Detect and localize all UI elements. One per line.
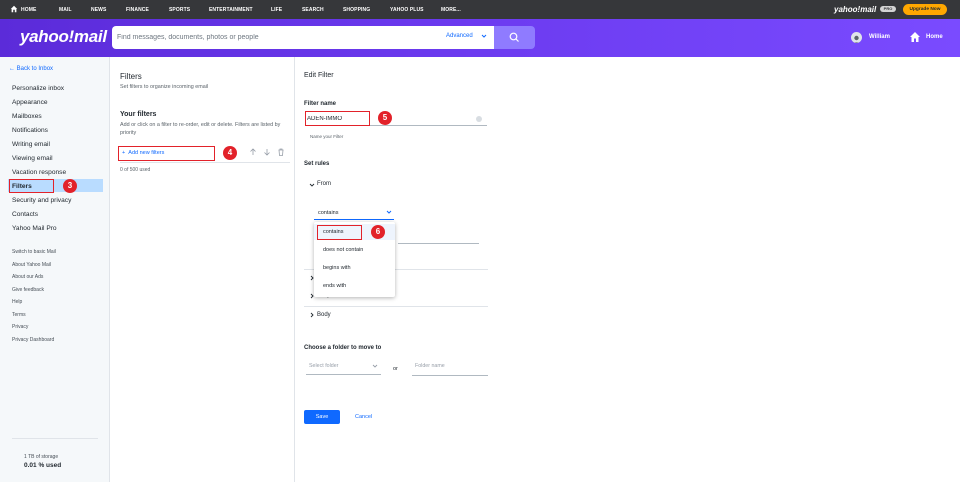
chevron-right-icon[interactable]: [309, 312, 315, 318]
step-marker-4: 4: [223, 146, 237, 160]
annotation-box-filter-name: [305, 111, 370, 126]
divider: [120, 162, 290, 163]
back-to-inbox-link[interactable]: ← Back to Inbox: [9, 66, 53, 72]
sidebar-item-notifications[interactable]: Notifications: [12, 127, 48, 134]
arrow-down-icon[interactable]: [263, 148, 271, 156]
nav-search[interactable]: SEARCH: [302, 7, 324, 13]
arrow-up-icon[interactable]: [249, 148, 257, 156]
sidebar-item-personalize-inbox[interactable]: Personalize inbox: [12, 85, 64, 92]
mail-header: yahoo!mail Advanced: [0, 19, 960, 57]
sidebar-item-viewing-email[interactable]: Viewing email: [12, 155, 53, 162]
sidebar-item-appearance[interactable]: Appearance: [12, 99, 48, 106]
annotation-box-contains: [317, 225, 362, 240]
step-marker-5: 5: [378, 111, 392, 125]
sidebar-item-vacation-response[interactable]: Vacation response: [12, 169, 66, 176]
folder-name-underline: [412, 375, 488, 376]
pro-badge: PRO: [880, 6, 896, 12]
filters-title: Filters: [120, 72, 142, 81]
advanced-search-link[interactable]: Advanced: [446, 33, 473, 39]
user-name[interactable]: William: [869, 34, 890, 40]
sidebar-item-mailboxes[interactable]: Mailboxes: [12, 113, 42, 120]
divider: [304, 306, 488, 307]
filters-subtitle: Set filters to organize incoming email: [120, 84, 209, 90]
yahoo-mail-logo-small[interactable]: yahoo!mail: [834, 5, 876, 14]
filters-description: Add or click on a filter to re-order, ed…: [120, 122, 281, 136]
choose-folder-heading: Choose a folder to move to: [304, 345, 382, 351]
home-link[interactable]: Home: [926, 34, 943, 40]
sidebar-item-yahoo-mail-pro[interactable]: Yahoo Mail Pro: [12, 225, 57, 232]
yahoo-mail-logo[interactable]: yahoo!mail: [20, 27, 107, 47]
chevron-down-icon[interactable]: [309, 182, 315, 188]
back-to-inbox-label: Back to Inbox: [16, 66, 54, 72]
set-rules-heading: Set rules: [304, 161, 330, 167]
settings-sidebar: ← Back to Inbox Personalize inbox Appear…: [0, 57, 110, 482]
home-icon[interactable]: [10, 5, 18, 13]
cancel-button[interactable]: Cancel: [355, 414, 372, 420]
search-icon: [509, 32, 519, 42]
nav-home[interactable]: HOME: [21, 7, 36, 13]
select-folder-dropdown[interactable]: Select folder: [309, 363, 338, 369]
about-yahoo-mail-link[interactable]: About Yahoo Mail: [12, 262, 51, 268]
annotation-box-add-filter: [118, 146, 215, 161]
chevron-down-icon[interactable]: [386, 209, 392, 215]
dropdown-option-does-not-contain[interactable]: does not contain: [323, 247, 363, 253]
nav-yahoo-plus[interactable]: YAHOO PLUS: [390, 7, 424, 13]
help-link[interactable]: Help: [12, 299, 22, 305]
clear-icon[interactable]: [476, 116, 482, 122]
privacy-link[interactable]: Privacy: [12, 324, 28, 330]
your-filters-heading: Your filters: [120, 111, 157, 118]
filter-name-label: Filter name: [304, 101, 337, 107]
nav-entertainment[interactable]: ENTERTAINMENT: [209, 7, 253, 13]
avatar[interactable]: [851, 32, 862, 43]
condition-select-value[interactable]: contains: [318, 210, 339, 216]
filters-count: 0 of 500 used: [120, 167, 151, 173]
step-marker-3: 3: [63, 179, 77, 193]
upgrade-now-button[interactable]: Upgrade Now: [903, 4, 947, 15]
search-box: Advanced: [112, 26, 494, 49]
home-icon[interactable]: [909, 31, 921, 43]
give-feedback-link[interactable]: Give feedback: [12, 287, 44, 293]
step-marker-6: 6: [371, 225, 385, 239]
nav-more[interactable]: MORE...: [441, 7, 461, 13]
dropdown-option-begins-with[interactable]: begins with: [323, 265, 351, 271]
sidebar-item-security-privacy[interactable]: Security and privacy: [12, 197, 71, 204]
privacy-dashboard-link[interactable]: Privacy Dashboard: [12, 337, 54, 343]
search-button[interactable]: [494, 26, 535, 49]
switch-basic-mail-link[interactable]: Switch to basic Mail: [12, 249, 56, 255]
top-navigation-bar: HOME MAIL NEWS FINANCE SPORTS ENTERTAINM…: [0, 0, 960, 19]
sidebar-item-writing-email[interactable]: Writing email: [12, 141, 50, 148]
chevron-down-icon[interactable]: [372, 363, 378, 369]
trash-icon[interactable]: [277, 148, 285, 156]
nav-shopping[interactable]: SHOPPING: [343, 7, 370, 13]
rule-from-label[interactable]: From: [317, 181, 331, 187]
edit-filter-title: Edit Filter: [304, 72, 334, 79]
filter-name-hint: Name your Filter: [310, 134, 344, 139]
rule-body-label[interactable]: Body: [317, 312, 331, 318]
save-button[interactable]: Save: [304, 410, 340, 424]
condition-select-underline: [314, 219, 394, 220]
annotation-box-filters: [9, 179, 54, 193]
nav-sports[interactable]: SPORTS: [169, 7, 190, 13]
nav-mail[interactable]: MAIL: [59, 7, 72, 13]
storage-used: 0.01 % used: [24, 462, 62, 469]
nav-life[interactable]: LIFE: [271, 7, 282, 13]
sidebar-item-contacts[interactable]: Contacts: [12, 211, 38, 218]
chevron-down-icon[interactable]: [481, 33, 487, 39]
condition-value-underline: [398, 243, 479, 244]
nav-finance[interactable]: FINANCE: [126, 7, 149, 13]
about-ads-link[interactable]: About our Ads: [12, 274, 43, 280]
or-label: or: [393, 366, 398, 372]
storage-total: 1 TB of storage: [24, 454, 59, 460]
terms-link[interactable]: Terms: [12, 312, 26, 318]
folder-name-input[interactable]: Folder name: [415, 363, 445, 369]
search-input[interactable]: [117, 30, 437, 45]
divider: [12, 438, 98, 439]
nav-news[interactable]: NEWS: [91, 7, 106, 13]
dropdown-option-ends-with[interactable]: ends with: [323, 283, 346, 289]
select-folder-underline: [306, 374, 381, 375]
